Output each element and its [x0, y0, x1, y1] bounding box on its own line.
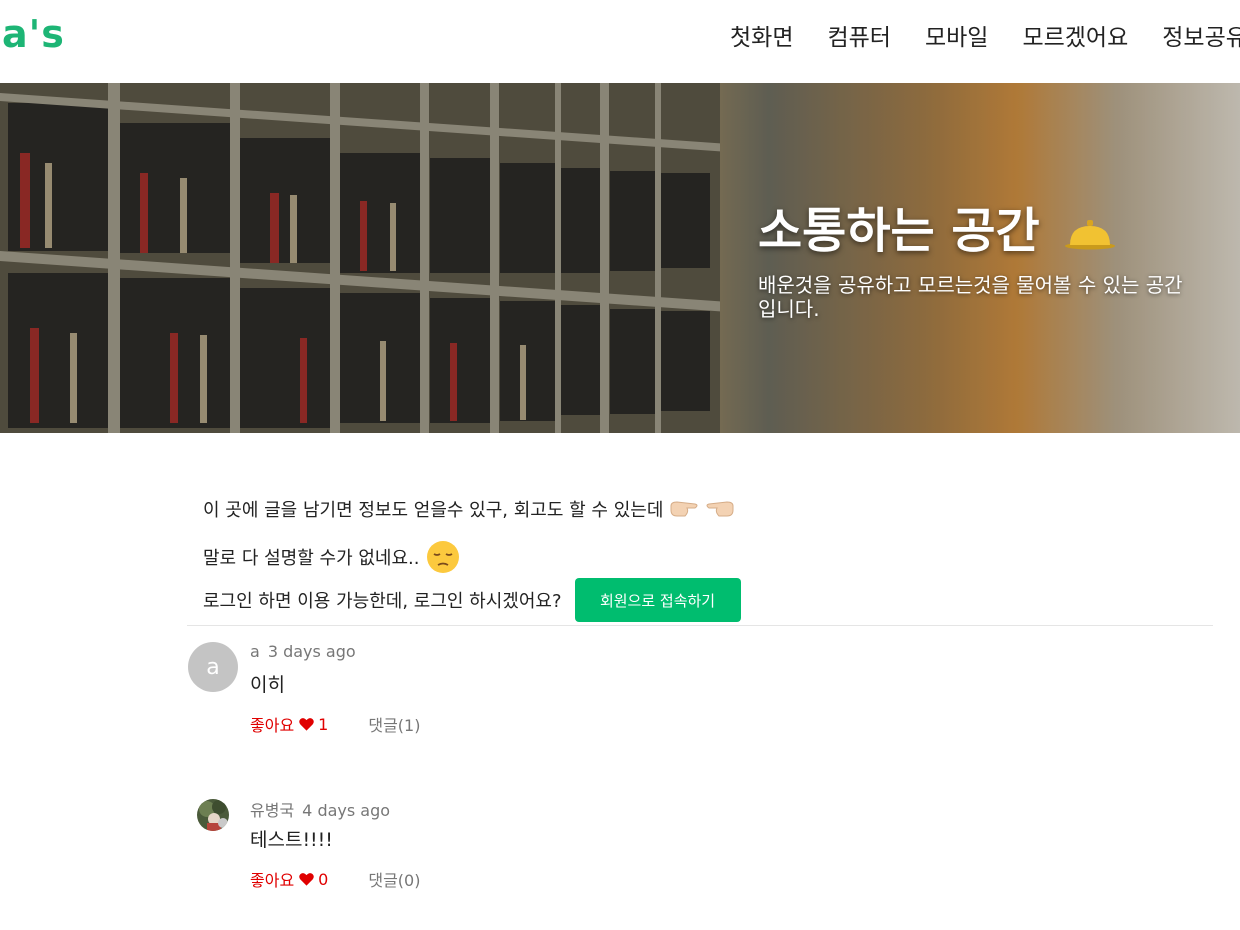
intro-line-2: 말로 다 설명할 수가 없네요.. [203, 540, 1213, 574]
hero-title-text: 소통하는 공간 [758, 203, 1040, 259]
post-meta: 유병국 4 days ago [250, 797, 390, 821]
bell-icon [1065, 220, 1116, 250]
member-login-button[interactable]: 회원으로 접속하기 [574, 578, 741, 622]
site-header: a's 첫화면 컴퓨터 모바일 모르겠어요 정보공유 [0, 0, 1240, 83]
nav-item-home[interactable]: 첫화면 [730, 18, 793, 52]
comments-link[interactable]: 댓글(1) [368, 712, 420, 736]
nav-item-mobile[interactable]: 모바일 [925, 18, 988, 52]
heart-icon [299, 873, 314, 886]
intro-line-1-text: 이 곳에 글을 남기면 정보도 얻을수 있구, 회고도 할 수 있는데 [203, 500, 664, 521]
like-button[interactable]: 좋아요 1 [250, 712, 328, 736]
main-nav: 첫화면 컴퓨터 모바일 모르겠어요 정보공유 [730, 18, 1240, 52]
intro-section: 이 곳에 글을 남기면 정보도 얻을수 있구, 회고도 할 수 있는데 말로 다… [203, 492, 1213, 622]
post-actions: 좋아요 0 댓글(0) [250, 867, 420, 891]
post-author[interactable]: a [250, 642, 260, 661]
post-content[interactable]: 이히 [250, 670, 285, 697]
nav-item-questions[interactable]: 모르겠어요 [1022, 18, 1128, 52]
divider [187, 625, 1213, 626]
intro-line-1: 이 곳에 글을 남기면 정보도 얻을수 있구, 회고도 할 수 있는데 [203, 492, 1213, 526]
avatar[interactable] [197, 799, 229, 831]
login-row: 로그인 하면 이용 가능한데, 로그인 하시겠어요? 회원으로 접속하기 [203, 578, 1213, 622]
heart-icon [299, 718, 314, 731]
avatar[interactable]: a [188, 642, 238, 692]
hero-subtitle: 배운것을 공유하고 모르는것을 물어볼 수 있는 공간입니다. [758, 273, 1183, 321]
avatar-photo-icon [197, 799, 229, 831]
like-label: 좋아요 [250, 871, 295, 890]
comments-link[interactable]: 댓글(0) [368, 867, 420, 891]
login-prompt: 로그인 하면 이용 가능한데, 로그인 하시겠어요? [203, 591, 562, 612]
post-content[interactable]: 테스트!!!! [250, 825, 333, 852]
like-button[interactable]: 좋아요 0 [250, 867, 328, 891]
post-time: 4 days ago [302, 801, 391, 820]
nav-item-computer[interactable]: 컴퓨터 [827, 18, 890, 52]
post-author[interactable]: 유병국 [250, 801, 294, 820]
like-count: 0 [318, 869, 329, 889]
pointing-hands-icon [669, 498, 735, 520]
hero-title: 소통하는 공간 [758, 191, 1116, 261]
nav-item-info-share[interactable]: 정보공유 [1162, 18, 1240, 52]
like-count: 1 [318, 714, 329, 734]
intro-line-2-text: 말로 다 설명할 수가 없네요.. [203, 548, 420, 569]
post-time: 3 days ago [267, 642, 356, 661]
pensive-face-icon [426, 541, 459, 573]
hero-banner: 소통하는 공간 배운것을 공유하고 모르는것을 물어볼 수 있는 공간입니다. [0, 83, 1240, 433]
post-meta: a 3 days ago [250, 642, 356, 661]
post-actions: 좋아요 1 댓글(1) [250, 712, 420, 736]
like-label: 좋아요 [250, 716, 295, 735]
site-logo[interactable]: a's [2, 12, 65, 56]
